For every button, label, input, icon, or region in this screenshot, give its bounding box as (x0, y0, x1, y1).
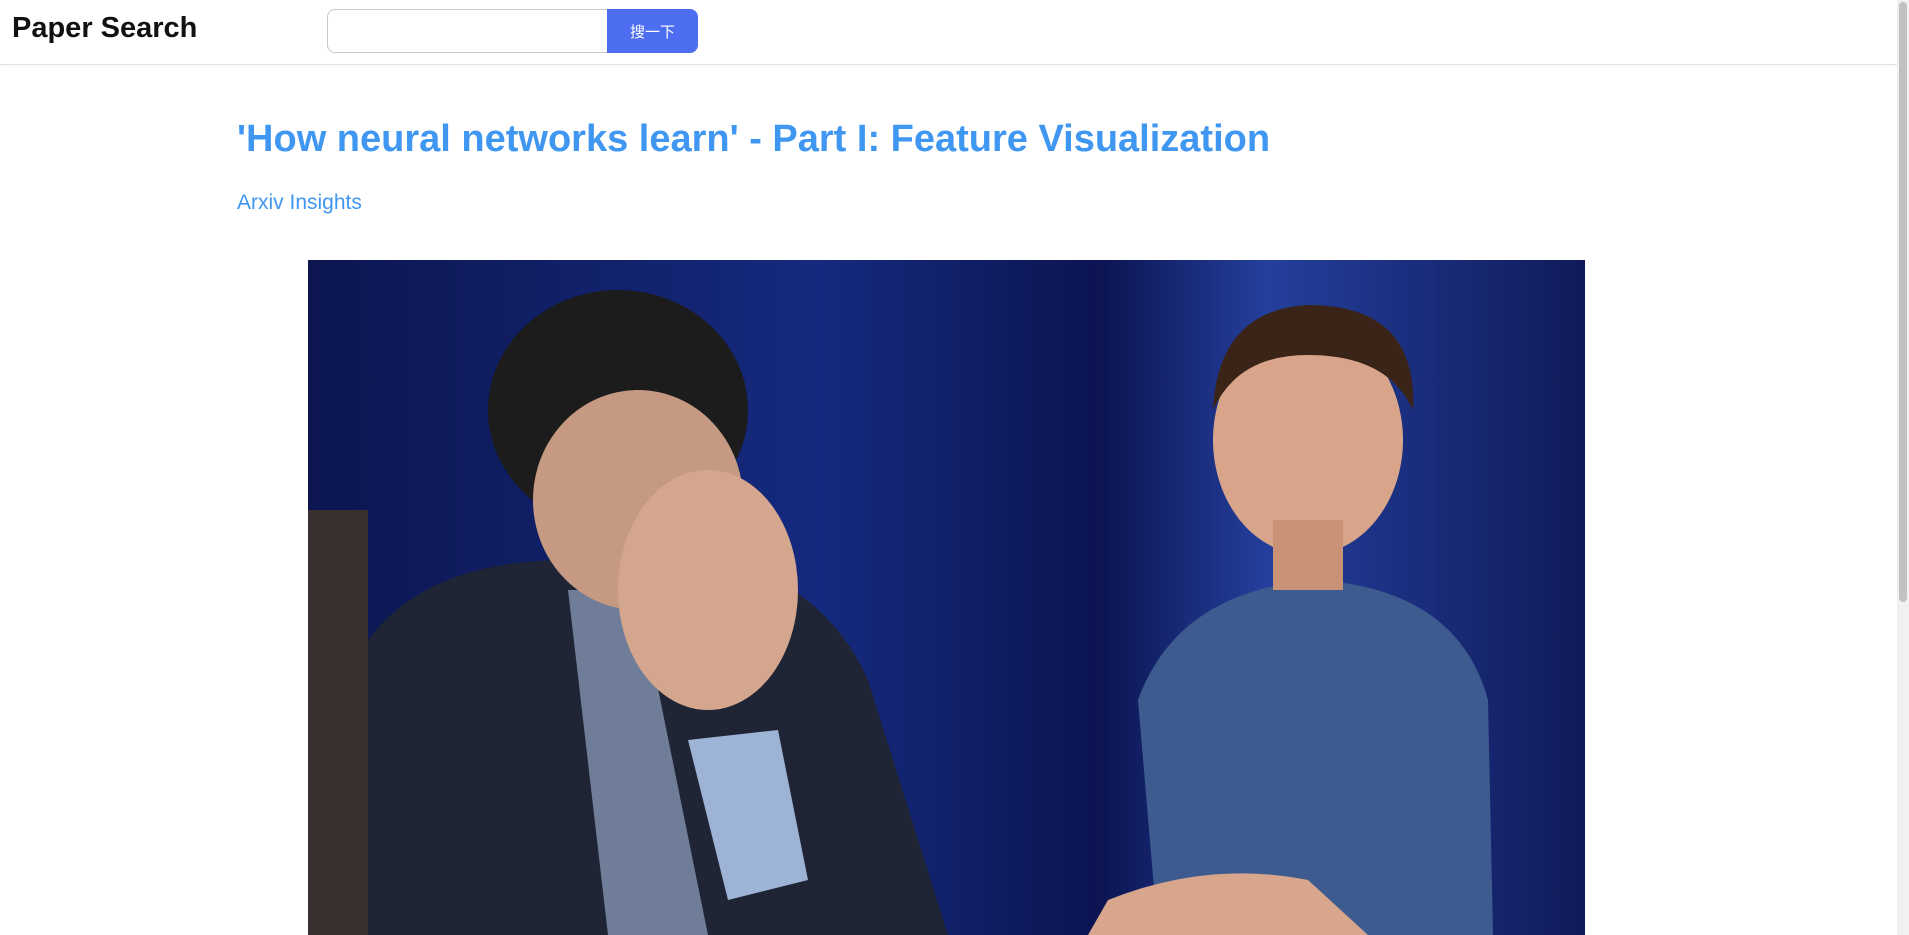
scrollbar-thumb[interactable] (1899, 2, 1907, 602)
author-link[interactable]: Arxiv Insights (237, 189, 362, 217)
brand-logo-text[interactable]: Paper Search (12, 8, 197, 48)
video-player[interactable] (308, 260, 1585, 935)
top-header: Paper Search 搜一下 (0, 0, 1897, 65)
page-scrollbar[interactable] (1897, 0, 1909, 935)
search-input[interactable] (327, 9, 607, 53)
video-thumbnail (308, 260, 1585, 935)
paper-title: 'How neural networks learn' - Part I: Fe… (237, 118, 1271, 160)
search-bar: 搜一下 (327, 9, 698, 53)
search-button[interactable]: 搜一下 (607, 9, 698, 53)
